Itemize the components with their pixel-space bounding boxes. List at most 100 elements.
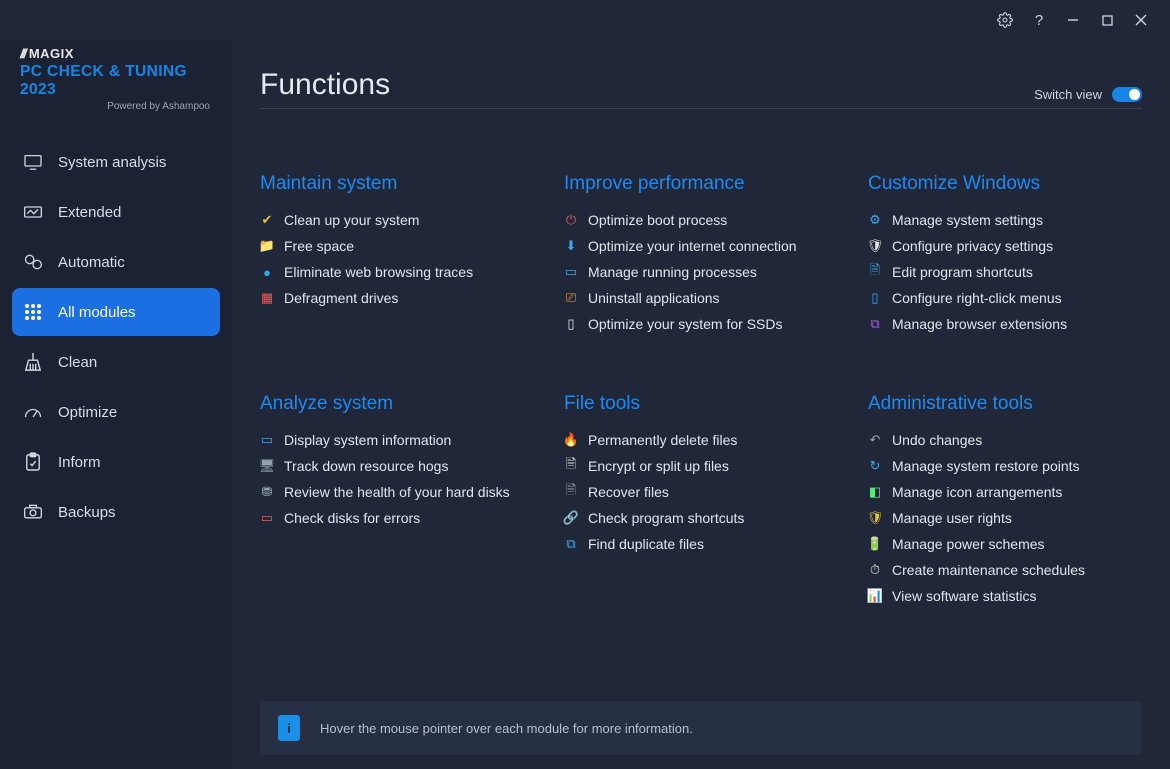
uninstall-applications-icon: ⎚	[564, 291, 578, 305]
header-row: Functions Switch view	[260, 68, 1142, 109]
group-title: File tools	[564, 393, 838, 415]
close-icon	[1135, 14, 1147, 26]
brand-magix: /// MAGIX	[20, 46, 212, 61]
module-find-duplicate-files[interactable]: ⧉ Find duplicate files	[564, 531, 838, 557]
review-the-health-of-your-hard-disks-icon: ⛃	[260, 485, 274, 499]
module-manage-system-restore-points[interactable]: ↻Manage system restore points	[868, 453, 1142, 479]
module-display-system-information[interactable]: ▭Display system information	[260, 427, 534, 453]
gauge-icon	[22, 404, 44, 420]
sidebar-item-clean[interactable]: Clean	[12, 338, 220, 386]
module-configure-right-click-menus[interactable]: ▯Configure right-click menus	[868, 285, 1142, 311]
sidebar-item-all-modules[interactable]: All modules	[12, 288, 220, 336]
sidebar-item-backups[interactable]: Backups	[12, 488, 220, 536]
group-title: Improve performance	[564, 173, 838, 195]
module-label: Edit program shortcuts	[892, 264, 1033, 280]
module-label: Manage user rights	[892, 510, 1012, 526]
minimize-button[interactable]	[1056, 5, 1090, 35]
module-label: Encrypt or split up files	[588, 458, 729, 474]
module-label: Create maintenance schedules	[892, 562, 1085, 578]
module-track-down-resource-hogs[interactable]: 🖥 Track down resource hogs	[260, 453, 534, 479]
module-check-program-shortcuts[interactable]: 🔗Check program shortcuts	[564, 505, 838, 531]
nav: System analysis Extended Automatic All m…	[0, 130, 232, 536]
module-label: Clean up your system	[284, 212, 419, 228]
close-button[interactable]	[1124, 5, 1158, 35]
manage-system-restore-points-icon: ↻	[868, 459, 882, 473]
module-check-disks-for-errors[interactable]: ▭Check disks for errors	[260, 505, 534, 531]
brand-block: /// MAGIX PC CHECK & TUNING 2023 Powered…	[0, 40, 232, 130]
permanently-delete-files-icon: 🔥	[564, 433, 578, 447]
module-permanently-delete-files[interactable]: 🔥 Permanently delete files	[564, 427, 838, 453]
module-optimize-your-system-for-ssds[interactable]: ▯Optimize your system for SSDs	[564, 311, 838, 337]
switch-view-label: Switch view	[1034, 87, 1102, 102]
module-label: Undo changes	[892, 432, 982, 448]
module-manage-power-schemes[interactable]: 🔋Manage power schemes	[868, 531, 1142, 557]
module-optimize-your-internet-connection[interactable]: ⬇Optimize your internet connection	[564, 233, 838, 259]
module-clean-up-your-system[interactable]: ✔Clean up your system	[260, 207, 534, 233]
sidebar-item-label: Automatic	[58, 254, 125, 271]
optimize-your-system-for-ssds-icon: ▯	[564, 317, 578, 331]
module-label: Manage power schemes	[892, 536, 1045, 552]
module-manage-icon-arrangements[interactable]: ◧Manage icon arrangements	[868, 479, 1142, 505]
module-recover-files[interactable]: 🗎Recover files	[564, 479, 838, 505]
module-defragment-drives[interactable]: ▦ Defragment drives	[260, 285, 534, 311]
titlebar: ?	[0, 0, 1170, 40]
module-create-maintenance-schedules[interactable]: ⏱Create maintenance schedules	[868, 557, 1142, 583]
module-label: Display system information	[284, 432, 451, 448]
sidebar-item-inform[interactable]: Inform	[12, 438, 220, 486]
settings-button[interactable]	[988, 5, 1022, 35]
defragment-drives-icon: ▦	[260, 291, 274, 305]
find-duplicate-files-icon: ⧉	[564, 537, 578, 551]
maximize-icon	[1102, 15, 1113, 26]
module-eliminate-web-browsing-traces[interactable]: ●Eliminate web browsing traces	[260, 259, 534, 285]
module-manage-system-settings[interactable]: ⚙Manage system settings	[868, 207, 1142, 233]
sidebar-item-label: All modules	[58, 304, 136, 321]
camera-icon	[22, 504, 44, 520]
module-configure-privacy-settings[interactable]: 🛡Configure privacy settings	[868, 233, 1142, 259]
module-free-space[interactable]: 📁Free space	[260, 233, 534, 259]
sidebar-item-optimize[interactable]: Optimize	[12, 388, 220, 436]
module-edit-program-shortcuts[interactable]: 🗎Edit program shortcuts	[868, 259, 1142, 285]
module-optimize-boot-process[interactable]: ⏻Optimize boot process	[564, 207, 838, 233]
manage-system-settings-icon: ⚙	[868, 213, 882, 227]
module-manage-running-processes[interactable]: ▭Manage running processes	[564, 259, 838, 285]
module-label: Manage running processes	[588, 264, 757, 280]
configure-right-click-menus-icon: ▯	[868, 291, 882, 305]
help-button[interactable]: ?	[1022, 5, 1056, 35]
track-down-resource-hogs-icon: 🖥	[260, 459, 274, 473]
group-title: Administrative tools	[868, 393, 1142, 415]
encrypt-or-split-up-files-icon: 🗎	[564, 459, 578, 473]
module-group-file-tools: File tools 🔥 Permanently delete files 🗎 Encr…	[564, 393, 838, 609]
module-uninstall-applications[interactable]: ⎚Uninstall applications	[564, 285, 838, 311]
module-label: Track down resource hogs	[284, 458, 448, 474]
undo-changes-icon: ↶	[868, 433, 882, 447]
module-label: Defragment drives	[284, 290, 398, 306]
module-label: Find duplicate files	[588, 536, 704, 552]
maximize-button[interactable]	[1090, 5, 1124, 35]
module-view-software-statistics[interactable]: 📊View software statistics	[868, 583, 1142, 609]
clipboard-icon	[22, 452, 44, 472]
module-undo-changes[interactable]: ↶ Undo changes	[868, 427, 1142, 453]
module-manage-user-rights[interactable]: 🛡Manage user rights	[868, 505, 1142, 531]
sidebar-item-extended[interactable]: Extended	[12, 188, 220, 236]
grid-icon	[22, 303, 44, 321]
main-content: Functions Switch view Maintain system ✔Cl…	[232, 40, 1170, 769]
sidebar-item-automatic[interactable]: Automatic	[12, 238, 220, 286]
page-title: Functions	[260, 68, 390, 102]
module-label: View software statistics	[892, 588, 1036, 604]
eliminate-web-browsing-traces-icon: ●	[260, 265, 274, 279]
module-encrypt-or-split-up-files[interactable]: 🗎 Encrypt or split up files	[564, 453, 838, 479]
modules-grid: Maintain system ✔Clean up your system📁Fre…	[260, 173, 1142, 609]
module-label: Permanently delete files	[588, 432, 737, 448]
minimize-icon	[1067, 14, 1079, 26]
hint-bar: i Hover the mouse pointer over each modu…	[260, 701, 1142, 755]
switch-view-toggle[interactable]	[1112, 87, 1142, 102]
group-title: Maintain system	[260, 173, 534, 195]
module-review-the-health-of-your-hard-disks[interactable]: ⛃Review the health of your hard disks	[260, 479, 534, 505]
module-group-improve-performance: Improve performance ⏻Optimize boot proces…	[564, 173, 838, 337]
module-manage-browser-extensions[interactable]: ⧉Manage browser extensions	[868, 311, 1142, 337]
sidebar-item-system-analysis[interactable]: System analysis	[12, 138, 220, 186]
sidebar-item-label: Optimize	[58, 404, 117, 421]
check-program-shortcuts-icon: 🔗	[564, 511, 578, 525]
sidebar-item-label: Clean	[58, 354, 97, 371]
info-icon: i	[278, 715, 300, 741]
